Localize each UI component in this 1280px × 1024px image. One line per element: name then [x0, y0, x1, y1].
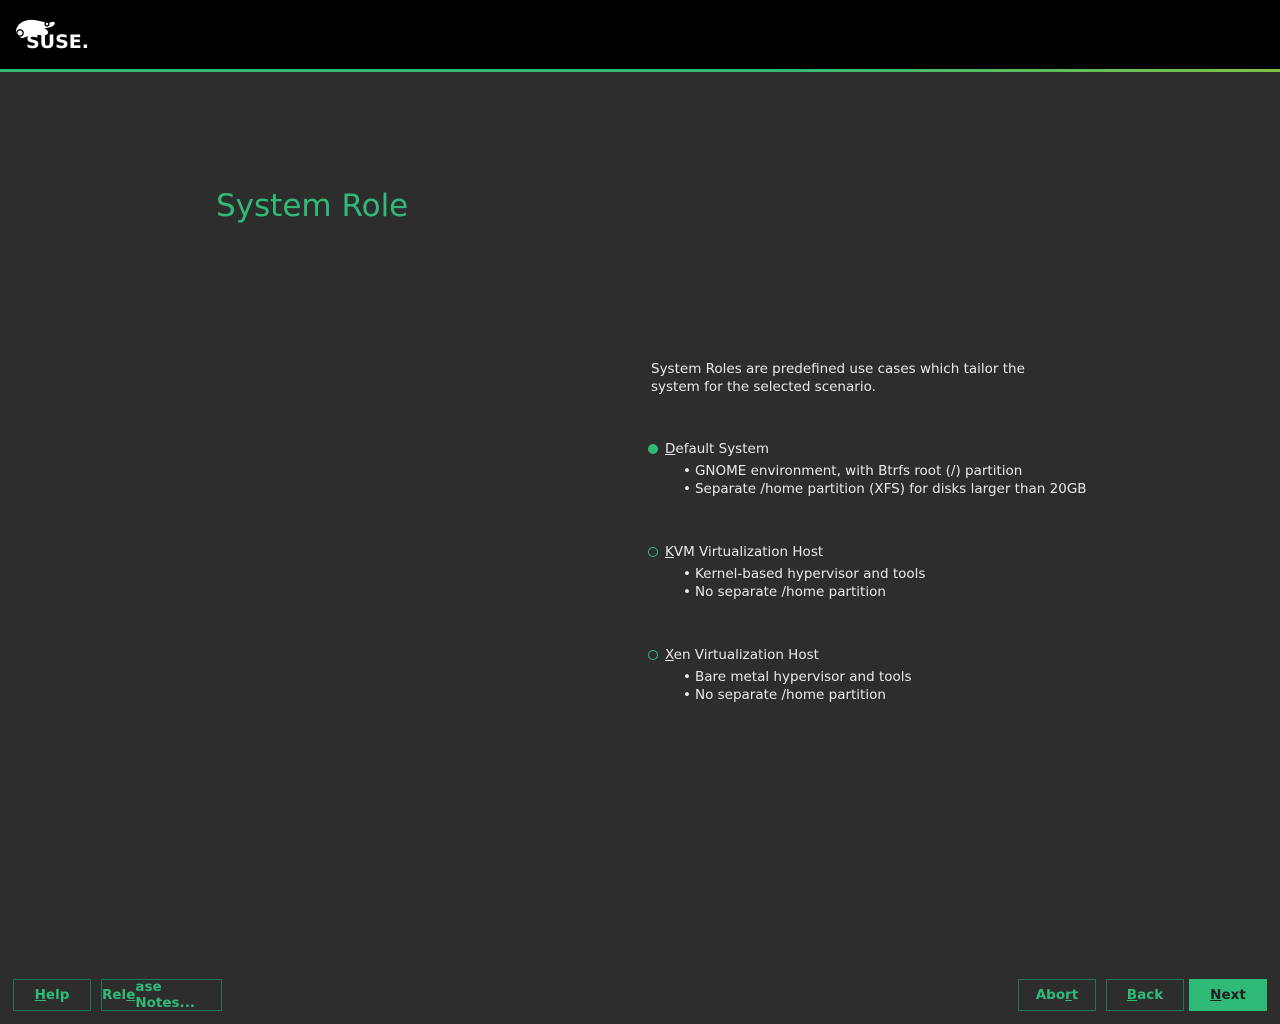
role-label[interactable]: Default System [665, 441, 769, 457]
top-header-bar: SUSE. [0, 0, 1280, 69]
role-bullet: No separate /home partition [683, 686, 1127, 704]
role-radio-row[interactable]: KVM Virtualization Host [647, 543, 1127, 561]
help-button[interactable]: Help [13, 979, 91, 1011]
radio-unselected-icon[interactable] [648, 650, 658, 660]
abort-button[interactable]: Abo r t [1018, 979, 1096, 1011]
role-bullet: Kernel-based hypervisor and tools [683, 565, 1127, 583]
radio-selected-icon[interactable] [648, 444, 658, 454]
page-title: System Role [216, 188, 409, 224]
role-label[interactable]: KVM Virtualization Host [665, 544, 823, 560]
role-bullet: GNOME environment, with Btrfs root (/) p… [683, 462, 1127, 480]
role-bullet: Bare metal hypervisor and tools [683, 668, 1127, 686]
radio-unselected-icon[interactable] [648, 547, 658, 557]
role-bullet: No separate /home partition [683, 583, 1127, 601]
role-label[interactable]: Xen Virtualization Host [665, 647, 819, 663]
role-option-default-system[interactable]: Default System GNOME environment, with B… [647, 440, 1127, 498]
role-bullet: Separate /home partition (XFS) for disks… [683, 480, 1127, 498]
role-option-kvm-host[interactable]: KVM Virtualization Host Kernel-based hyp… [647, 543, 1127, 601]
suse-logo-text: SUSE. [26, 31, 89, 53]
role-description-list: GNOME environment, with Btrfs root (/) p… [683, 462, 1127, 498]
role-description-list: Kernel-based hypervisor and tools No sep… [683, 565, 1127, 601]
role-option-xen-host[interactable]: Xen Virtualization Host Bare metal hyper… [647, 646, 1127, 704]
back-button[interactable]: Back [1106, 979, 1184, 1011]
roles-description: System Roles are predefined use cases wh… [651, 361, 1025, 395]
role-radio-row[interactable]: Xen Virtualization Host [647, 646, 1127, 664]
role-radio-row[interactable]: Default System [647, 440, 1127, 458]
release-notes-button[interactable]: Rel e ase Notes... [101, 979, 222, 1011]
next-button[interactable]: Next [1189, 979, 1267, 1011]
role-description-list: Bare metal hypervisor and tools No separ… [683, 668, 1127, 704]
header-accent-line [0, 69, 1280, 72]
